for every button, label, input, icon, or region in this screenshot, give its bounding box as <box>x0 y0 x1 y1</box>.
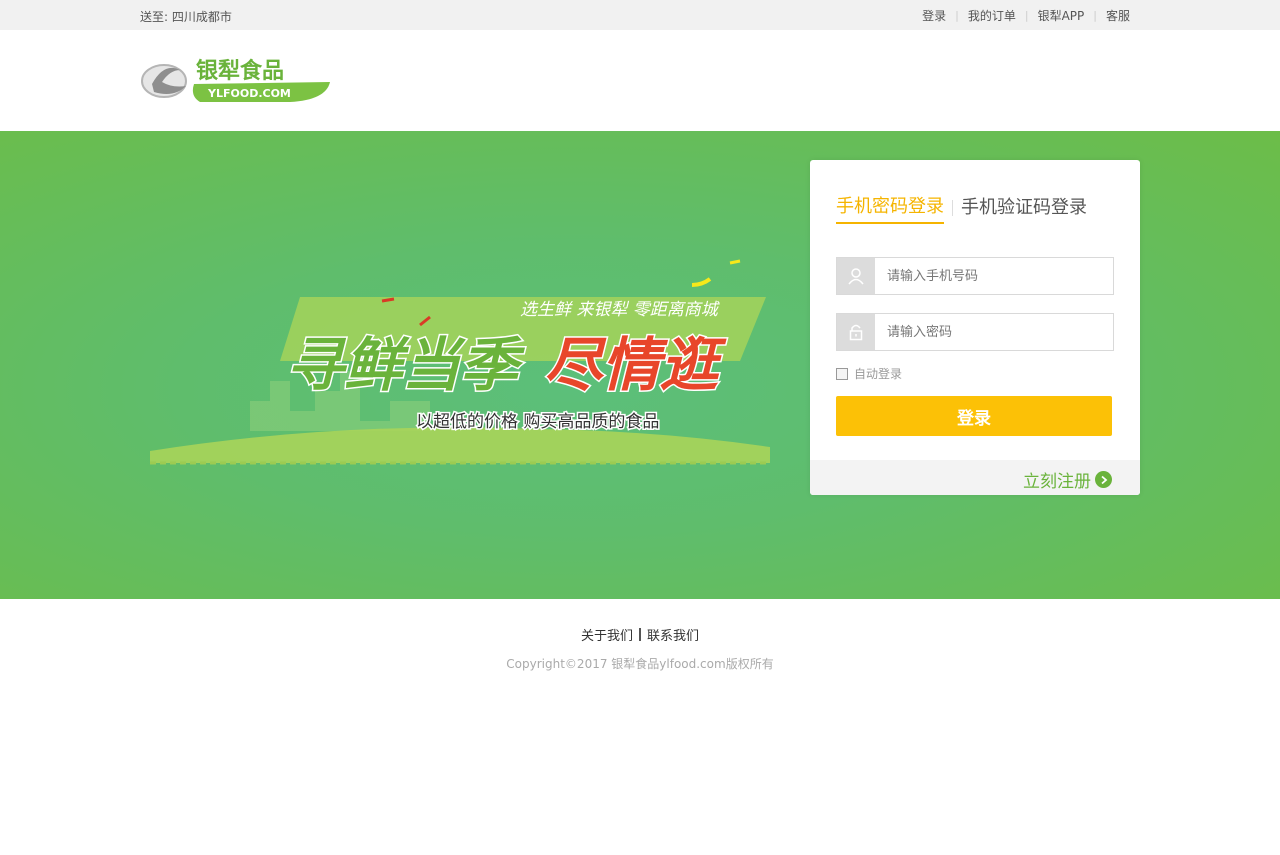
register-label: 立刻注册 <box>1023 472 1091 492</box>
banner-headline-red: 尽情逛 <box>544 331 727 399</box>
auto-login-label: 自动登录 <box>854 367 903 381</box>
hero-banner: 选生鲜 来银犁 零距离商城 寻鲜当季 尽情逛 以超低的价格 购买高品质的食品 手… <box>0 131 1280 599</box>
divider <box>952 200 953 216</box>
app-link[interactable]: 银犁APP <box>1038 7 1085 24</box>
banner-tagline: 选生鲜 来银犁 零距离商城 <box>520 300 721 320</box>
customer-service-link[interactable]: 客服 <box>1106 7 1130 24</box>
tab-password-login[interactable]: 手机密码登录 <box>836 192 944 224</box>
divider: | <box>1093 9 1097 22</box>
header: 银犁食品 YLFOOD.COM <box>0 30 1280 131</box>
lock-icon <box>837 314 875 350</box>
login-card: 手机密码登录 手机验证码登录 请输入手机号码 自动登录 登录 立刻注册 <box>810 160 1140 495</box>
top-login-link[interactable]: 登录 <box>922 7 946 24</box>
logo-text: 银犁食品 <box>196 58 284 84</box>
brand-logo[interactable]: 银犁食品 YLFOOD.COM <box>140 56 335 106</box>
divider: | <box>955 9 959 22</box>
top-links: 登录 | 我的订单 | 银犁APP | 客服 <box>922 7 1130 24</box>
logo-domain: YLFOOD.COM <box>207 87 291 100</box>
delivery-location[interactable]: 送至: 四川成都市 <box>140 8 232 25</box>
footer-links: 关于我们 联系我们 <box>0 625 1280 644</box>
copyright: Copyright©2017 银犁食品ylfood.com版权所有 <box>506 657 774 671</box>
my-orders-link[interactable]: 我的订单 <box>968 7 1016 24</box>
card-footer: 立刻注册 <box>810 460 1140 495</box>
login-button[interactable]: 登录 <box>836 396 1112 436</box>
password-input[interactable] <box>875 314 1113 350</box>
password-field <box>836 313 1114 351</box>
contact-us-link[interactable]: 联系我们 <box>647 629 699 644</box>
about-us-link[interactable]: 关于我们 <box>581 629 633 644</box>
banner-headline-green: 寻鲜当季 <box>286 331 525 399</box>
banner-slogan: 选生鲜 来银犁 零距离商城 寻鲜当季 尽情逛 以超低的价格 购买高品质的食品 <box>150 259 770 465</box>
banner-subline: 以超低的价格 购买高品质的食品 <box>416 412 659 432</box>
tab-sms-login[interactable]: 手机验证码登录 <box>961 193 1087 223</box>
register-link[interactable]: 立刻注册 <box>1023 467 1112 492</box>
divider: | <box>1024 9 1029 22</box>
auto-login: 自动登录 <box>836 365 902 382</box>
chevron-right-icon <box>1095 471 1112 488</box>
login-tabs: 手机密码登录 手机验证码登录 <box>836 192 1087 224</box>
auto-login-checkbox[interactable] <box>836 367 848 380</box>
user-icon <box>837 258 875 294</box>
phone-field <box>836 257 1114 295</box>
top-bar: 送至: 四川成都市 登录 | 我的订单 | 银犁APP | 客服 <box>0 0 1280 30</box>
phone-input[interactable] <box>875 258 1113 294</box>
divider <box>639 628 641 641</box>
